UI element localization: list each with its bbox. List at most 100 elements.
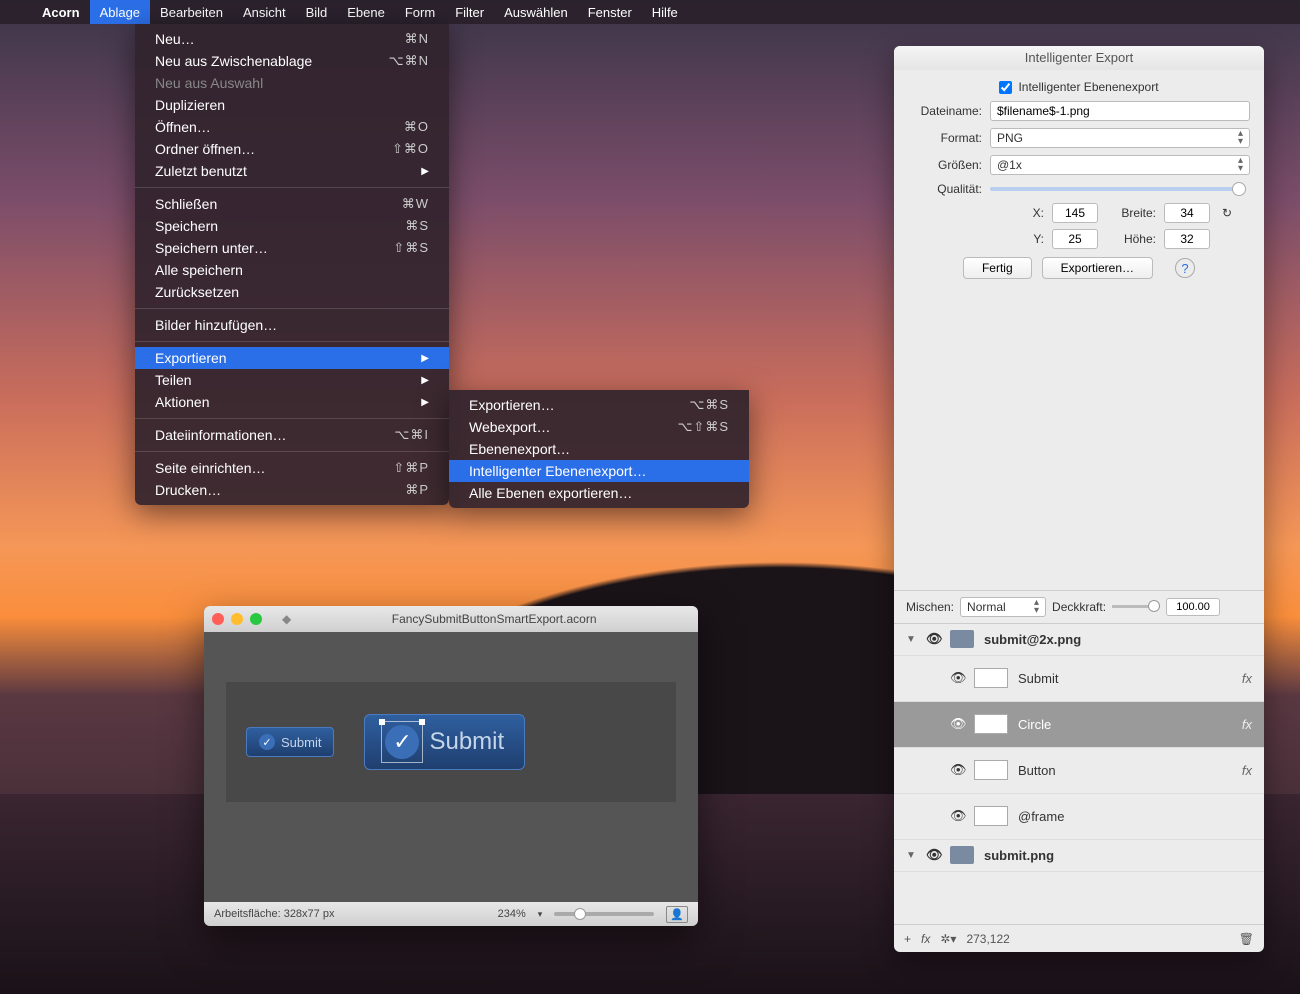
format-select[interactable]: PNG▴▾ [990, 128, 1250, 148]
smart-export-checkbox[interactable] [999, 81, 1012, 94]
height-input[interactable] [1164, 229, 1210, 249]
menu-item[interactable]: Drucken…⌘P [135, 479, 449, 501]
minimize-icon[interactable] [231, 613, 243, 625]
menu-item[interactable]: Schließen⌘W [135, 193, 449, 215]
status-bar: Arbeitsfläche: 328x77 px 234% ▾ 👤 [204, 902, 698, 926]
layers-list[interactable]: ▼👁submit@2x.png👁Submitfx👁Circlefx👁Button… [894, 624, 1264, 925]
menu-form[interactable]: Form [395, 0, 445, 24]
layer-row[interactable]: 👁 Circle fx [894, 702, 1264, 748]
menu-hilfe[interactable]: Hilfe [642, 0, 688, 24]
layer-group[interactable]: ▼👁submit.png [894, 840, 1264, 872]
menu-item[interactable]: Speichern⌘S [135, 215, 449, 237]
opacity-label: Deckkraft: [1052, 600, 1106, 614]
opacity-input[interactable] [1166, 598, 1220, 616]
help-icon[interactable]: ? [1175, 258, 1195, 278]
height-label: Höhe: [1106, 232, 1156, 246]
menu-item[interactable]: Teilen▶ [135, 369, 449, 391]
visibility-icon[interactable]: 👁 [926, 847, 940, 863]
submenu-item[interactable]: Webexport…⌥⇧⌘S [449, 416, 749, 438]
layer-group[interactable]: ▼ 👁 submit@2x.png [894, 624, 1264, 656]
menu-item[interactable]: Zuletzt benutzt▶ [135, 160, 449, 182]
menu-item[interactable]: Seite einrichten…⇧⌘P [135, 457, 449, 479]
layer-name: Button [1018, 763, 1232, 778]
menu-item[interactable]: Zurücksetzen [135, 281, 449, 303]
layer-name: submit@2x.png [984, 632, 1252, 647]
submenu-item[interactable]: Ebenenexport… [449, 438, 749, 460]
layer-row[interactable]: 👁Submitfx [894, 656, 1264, 702]
quality-slider[interactable] [990, 187, 1246, 191]
layer-name: Circle [1018, 717, 1232, 732]
fx-badge: fx [1242, 671, 1252, 686]
menu-item: Neu aus Auswahl [135, 72, 449, 94]
x-input[interactable] [1052, 203, 1098, 223]
filename-input[interactable] [990, 101, 1250, 121]
zoom-level: 234% [498, 908, 526, 920]
menu-item[interactable]: Öffnen…⌘O [135, 116, 449, 138]
menu-item[interactable]: Aktionen▶ [135, 391, 449, 413]
artboard: ✓ Submit ✓ Submit [226, 682, 676, 802]
zoom-icon[interactable] [250, 613, 262, 625]
menu-item[interactable]: Bilder hinzufügen… [135, 314, 449, 336]
done-button[interactable]: Fertig [963, 257, 1032, 279]
file-menu[interactable]: Neu…⌘NNeu aus Zwischenablage⌥⌘NNeu aus A… [135, 24, 449, 505]
menu-bearbeiten[interactable]: Bearbeiten [150, 0, 233, 24]
layer-row[interactable]: 👁@frame [894, 794, 1264, 840]
width-input[interactable] [1164, 203, 1210, 223]
menu-filter[interactable]: Filter [445, 0, 494, 24]
opacity-slider[interactable] [1112, 605, 1160, 608]
canvas[interactable]: ✓ Submit ✓ Submit [204, 632, 698, 902]
sizes-select[interactable]: @1x▴▾ [990, 155, 1250, 175]
gear-icon[interactable]: ✲▾ [940, 932, 956, 946]
y-input[interactable] [1052, 229, 1098, 249]
menu-bild[interactable]: Bild [296, 0, 338, 24]
quality-label: Qualität: [908, 182, 990, 196]
menu-ansicht[interactable]: Ansicht [233, 0, 296, 24]
menu-item[interactable]: Duplizieren [135, 94, 449, 116]
menu-item[interactable]: Neu…⌘N [135, 28, 449, 50]
layer-thumb [974, 668, 1008, 688]
selection-handles[interactable] [381, 721, 423, 763]
menu-auswählen[interactable]: Auswählen [494, 0, 578, 24]
filename-label: Dateiname: [908, 104, 990, 118]
export-submenu[interactable]: Exportieren…⌥⌘SWebexport…⌥⇧⌘SEbenenexpor… [449, 390, 749, 508]
menu-item[interactable]: Exportieren▶ [135, 347, 449, 369]
blend-select[interactable]: Normal▴▾ [960, 597, 1046, 617]
close-icon[interactable] [212, 613, 224, 625]
menu-ebene[interactable]: Ebene [337, 0, 395, 24]
sizes-label: Größen: [908, 158, 990, 172]
add-layer-icon[interactable]: + [904, 932, 911, 946]
user-icon[interactable]: 👤 [666, 906, 688, 923]
menu-item[interactable]: Ordner öffnen…⇧⌘O [135, 138, 449, 160]
visibility-icon[interactable]: 👁 [950, 716, 964, 732]
visibility-icon[interactable]: 👁 [950, 808, 964, 824]
menu-item[interactable]: Speichern unter…⇧⌘S [135, 237, 449, 259]
fx-icon[interactable]: fx [921, 932, 930, 946]
visibility-icon[interactable]: 👁 [926, 631, 940, 647]
fx-badge: fx [1242, 717, 1252, 732]
disclosure-icon[interactable]: ▼ [906, 850, 916, 861]
menu-item[interactable]: Alle speichern [135, 259, 449, 281]
check-icon: ✓ [259, 734, 275, 750]
submenu-item[interactable]: Exportieren…⌥⌘S [449, 394, 749, 416]
folder-icon [950, 846, 974, 864]
submenu-item[interactable]: Alle Ebenen exportieren… [449, 482, 749, 504]
zoom-slider[interactable] [554, 912, 654, 916]
layer-thumb [974, 806, 1008, 826]
menu-item[interactable]: Dateiinformationen…⌥⌘I [135, 424, 449, 446]
visibility-icon[interactable]: 👁 [950, 670, 964, 686]
visibility-icon[interactable]: 👁 [950, 762, 964, 778]
export-button[interactable]: Exportieren… [1042, 257, 1153, 279]
menu-ablage[interactable]: Ablage [90, 0, 150, 24]
panel-title: Intelligenter Export [894, 46, 1264, 70]
menu-fenster[interactable]: Fenster [578, 0, 642, 24]
disclosure-icon[interactable]: ▼ [906, 634, 916, 645]
reset-icon[interactable]: ↻ [1218, 206, 1236, 220]
document-titlebar[interactable]: ◆ FancySubmitButtonSmartExport.acorn [204, 606, 698, 632]
zoom-menu-icon[interactable]: ▾ [538, 909, 543, 920]
trash-icon[interactable]: 🗑 [1239, 932, 1254, 946]
app-menu[interactable]: Acorn [32, 0, 90, 24]
menu-item[interactable]: Neu aus Zwischenablage⌥⌘N [135, 50, 449, 72]
artboard-size: Arbeitsfläche: 328x77 px [214, 908, 334, 920]
layer-row[interactable]: 👁Buttonfx [894, 748, 1264, 794]
submenu-item[interactable]: Intelligenter Ebenenexport… [449, 460, 749, 482]
